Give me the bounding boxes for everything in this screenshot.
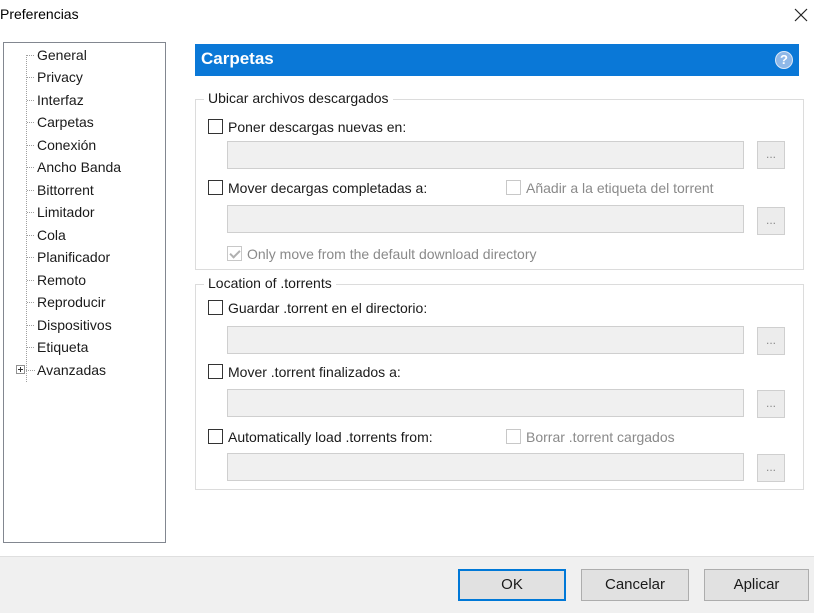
tree-item-cola[interactable]: Cola: [4, 224, 164, 246]
move-completed-browse-button[interactable]: ...: [757, 207, 785, 235]
tree-item-bittorrent[interactable]: Bittorrent: [4, 179, 164, 201]
new-downloads-browse-button[interactable]: ...: [757, 141, 785, 169]
apply-button[interactable]: Aplicar: [704, 569, 809, 601]
downloads-location-group: Ubicar archivos descargados Poner descar…: [195, 90, 804, 270]
tree-item-dispositivos[interactable]: Dispositivos: [4, 314, 164, 336]
cancel-button[interactable]: Cancelar: [581, 569, 689, 601]
tree-item-privacy[interactable]: Privacy: [4, 66, 164, 88]
window-title: Preferencias: [0, 6, 79, 22]
move-finished-browse-button[interactable]: ...: [757, 390, 785, 418]
tree-item-carpetas[interactable]: Carpetas: [4, 111, 164, 133]
tree-item-planificador[interactable]: Planificador: [4, 246, 164, 268]
page-title: Carpetas: [201, 49, 274, 68]
tree-item-avanzadas[interactable]: Avanzadas: [4, 359, 164, 381]
move-completed-checkbox[interactable]: [208, 180, 223, 195]
tree-item-conexion[interactable]: Conexión: [4, 134, 164, 156]
group-title: Location of .torrents: [204, 275, 336, 291]
autoload-checkbox[interactable]: [208, 429, 223, 444]
tree-item-reproducir[interactable]: Reproducir: [4, 291, 164, 313]
move-finished-checkbox[interactable]: [208, 364, 223, 379]
footer-bar: [0, 557, 814, 613]
expand-plus-icon[interactable]: [16, 365, 25, 374]
new-downloads-checkbox[interactable]: [208, 119, 223, 134]
close-icon[interactable]: [790, 2, 812, 26]
tree-item-ancho-banda[interactable]: Ancho Banda: [4, 156, 164, 178]
tree-item-interfaz[interactable]: Interfaz: [4, 89, 164, 111]
preferences-tree[interactable]: General Privacy Interfaz Carpetas Conexi…: [3, 42, 166, 543]
store-torrent-browse-button[interactable]: ...: [757, 327, 785, 355]
store-torrent-path-field[interactable]: [227, 326, 744, 354]
only-move-default-checkbox[interactable]: [227, 246, 242, 261]
tree-item-general[interactable]: General: [4, 44, 164, 66]
torrents-location-group: Location of .torrents Guardar .torrent e…: [195, 275, 804, 490]
tree-item-etiqueta[interactable]: Etiqueta: [4, 336, 164, 358]
autoload-browse-button[interactable]: ...: [757, 454, 785, 482]
section-header: Carpetas ?: [195, 44, 799, 76]
tree-item-limitador[interactable]: Limitador: [4, 201, 164, 223]
ok-button[interactable]: OK: [458, 569, 566, 601]
autoload-path-field[interactable]: [227, 453, 744, 481]
new-downloads-path-field[interactable]: [227, 141, 744, 169]
group-title: Ubicar archivos descargados: [204, 90, 393, 106]
add-label-checkbox[interactable]: [506, 180, 521, 195]
delete-loaded-checkbox[interactable]: [506, 429, 521, 444]
help-icon[interactable]: ?: [775, 51, 793, 69]
move-finished-path-field[interactable]: [227, 389, 744, 417]
move-completed-path-field[interactable]: [227, 205, 744, 233]
tree-item-remoto[interactable]: Remoto: [4, 269, 164, 291]
store-torrent-checkbox[interactable]: [208, 300, 223, 315]
